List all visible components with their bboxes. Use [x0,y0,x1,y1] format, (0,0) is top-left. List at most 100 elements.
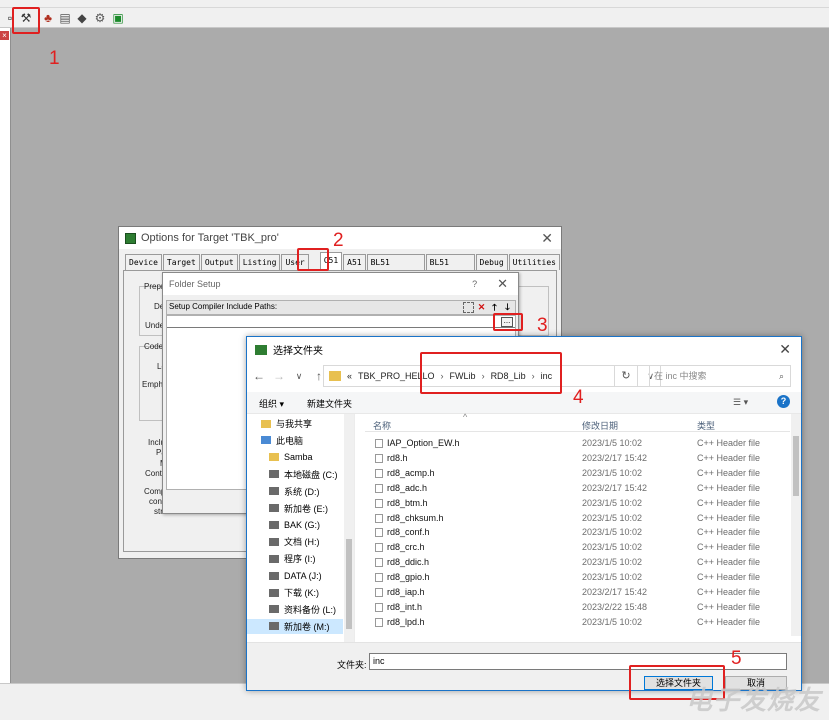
tab-listing[interactable]: Listing [238,254,281,270]
organize-button[interactable]: 组织 ▾ [259,397,284,410]
search-input[interactable]: 在 inc 中搜索 ⌕ [649,365,791,387]
forward-icon[interactable]: → [271,369,287,383]
close-icon[interactable]: ✕ [779,341,791,358]
file-row[interactable]: rd8_ddic.h 2023/1/5 10:02 C++ Header file [365,555,790,570]
pack-installer-icon[interactable]: ◆ [74,10,90,26]
new-folder-button[interactable]: 新建文件夹 [307,397,352,410]
close-icon[interactable]: ✕ [497,276,508,292]
file-type: C++ Header file [697,512,761,523]
file-date: 2023/1/5 10:02 [582,467,643,478]
file-row[interactable]: rd8_conf.h 2023/1/5 10:02 C++ Header file [365,525,790,540]
tab-device[interactable]: Device [125,254,162,270]
file-name: rd8_adc.h [387,482,428,493]
file-row[interactable]: rd8_int.h 2023/2/22 15:48 C++ Header file [365,600,790,615]
tree-item[interactable]: DATA (J:) [269,568,322,583]
tree-item[interactable]: 程序 (I:) [269,551,316,566]
help-icon[interactable]: ? [472,279,477,289]
tree-item-label: DATA (J:) [284,570,322,581]
build-target-icon[interactable]: ▣ [110,10,126,26]
tree-item-label: 此电脑 [276,435,304,446]
tree-item[interactable]: 文档 (H:) [269,534,320,549]
step-number-4: 4 [573,387,584,408]
file-name: rd8_acmp.h [387,467,435,478]
tab-bl51-misc[interactable]: BL51 Misc [425,254,475,282]
tree-item[interactable]: 下载 (K:) [269,585,319,600]
file-name: rd8.h [387,452,408,463]
tree-item[interactable]: 系统 (D:) [269,484,320,499]
tree-item[interactable]: 此电脑 [261,433,303,448]
tree-scrollbar[interactable] [344,414,354,642]
folder-setup-title: Folder Setup [169,279,221,289]
scrollbar-thumb[interactable] [793,436,799,496]
column-type[interactable]: 类型 [697,419,715,432]
tree-item-label: BAK (G:) [284,519,321,530]
tree-item-label: 与我共享 [276,419,313,429]
file-row[interactable]: rd8_iap.h 2023/2/17 15:42 C++ Header file [365,585,790,600]
header-file-icon [375,439,383,448]
tree-item[interactable]: 新加卷 (E:) [269,501,328,516]
drive-icon [269,470,279,479]
column-name[interactable]: 名称 [373,419,391,432]
file-date: 2023/2/17 15:42 [582,452,648,463]
move-up-icon[interactable]: 🡑 [489,302,500,313]
tree-item[interactable]: BAK (G:) [269,517,320,532]
file-name: rd8_ddic.h [387,557,430,568]
breadcrumb-overflow[interactable]: « [347,371,352,381]
file-name: IAP_Option_EW.h [387,438,460,448]
refresh-button[interactable]: ↻ [614,365,638,387]
tree-item-label: 程序 (I:) [284,554,316,565]
file-name: rd8_gpio.h [387,572,430,583]
column-date[interactable]: 修改日期 [582,419,618,432]
delete-path-icon[interactable]: ✕ [476,302,487,313]
view-options-icon[interactable]: ☰ ▾ [733,397,748,408]
step-number-1: 1 [49,48,60,69]
file-row[interactable]: rd8_gpio.h 2023/1/5 10:02 C++ Header file [365,570,790,585]
move-down-icon[interactable]: 🡓 [502,302,513,313]
tree-item[interactable]: Samba [269,450,313,465]
tree-item-label: 下载 (K:) [284,588,319,598]
back-icon[interactable]: ← [251,369,267,383]
manage-components-icon[interactable]: ♣ [40,10,56,26]
sort-indicator-icon: ^ [463,412,468,422]
drive-icon [269,571,279,580]
file-list-scrollbar[interactable] [791,414,801,636]
tab-bl51-locate[interactable]: BL51 Locate [366,254,425,282]
header-file-icon [375,573,383,583]
scrollbar-thumb[interactable] [346,539,352,629]
file-row[interactable]: rd8.h 2023/2/17 15:42 C++ Header file [365,451,790,466]
tree-item-label: 新加卷 (E:) [284,503,328,514]
file-type: C++ Header file [697,587,761,597]
close-icon[interactable]: ✕ [541,230,553,247]
file-row[interactable]: rd8_btm.h 2023/1/5 10:02 C++ Header file [365,496,790,511]
file-type: C++ Header file [697,527,761,538]
include-paths-heading: Setup Compiler Include Paths: [169,302,278,311]
recent-locations-icon[interactable]: ∨ [291,371,307,382]
select-packs-icon[interactable]: ▤ [57,10,73,26]
tab-utilities[interactable]: Utilities [508,254,560,270]
file-date: 2023/1/5 10:02 [582,512,643,523]
tab-output[interactable]: Output [200,254,238,270]
close-icon[interactable]: × [0,31,9,40]
watermark: 电子发烧友 [686,685,822,715]
file-row[interactable]: IAP_Option_EW.h 2023/1/5 10:02 C++ Header … [365,436,790,451]
tab-a51[interactable]: A51 [343,254,366,270]
tree-item[interactable]: 新加卷 (M:) [247,618,343,634]
highlight-address-bar [420,352,562,394]
file-list-header: 名称 ^ 修改日期 类型 [365,412,790,432]
file-type: C++ Header file [697,497,761,508]
file-row[interactable]: rd8_adc.h 2023/2/17 15:42 C++ Header file [365,481,790,496]
tab-target[interactable]: Target [162,254,200,270]
file-row[interactable]: rd8_chksum.h 2023/1/5 10:02 C++ Header fil… [365,511,790,526]
file-type: C++ Header file [697,482,761,493]
tree-item[interactable]: 与我共享 [261,416,312,431]
tree-item[interactable]: 资料备份 (L:) [269,602,336,617]
tab-debug[interactable]: Debug [475,254,508,270]
run-icon[interactable]: ⚙ [92,10,108,26]
tree-item[interactable]: 本地磁盘 (C:) [269,467,338,482]
file-row[interactable]: rd8_lpd.h 2023/1/5 10:02 C++ Header file [365,615,790,630]
file-row[interactable]: rd8_acmp.h 2023/1/5 10:02 C++ Header file [365,466,790,481]
help-icon[interactable]: ? [777,395,790,408]
include-path-input[interactable]: ... [167,316,515,328]
file-row[interactable]: rd8_crc.h 2023/1/5 10:02 C++ Header file [365,540,790,555]
new-path-icon[interactable] [463,302,474,313]
